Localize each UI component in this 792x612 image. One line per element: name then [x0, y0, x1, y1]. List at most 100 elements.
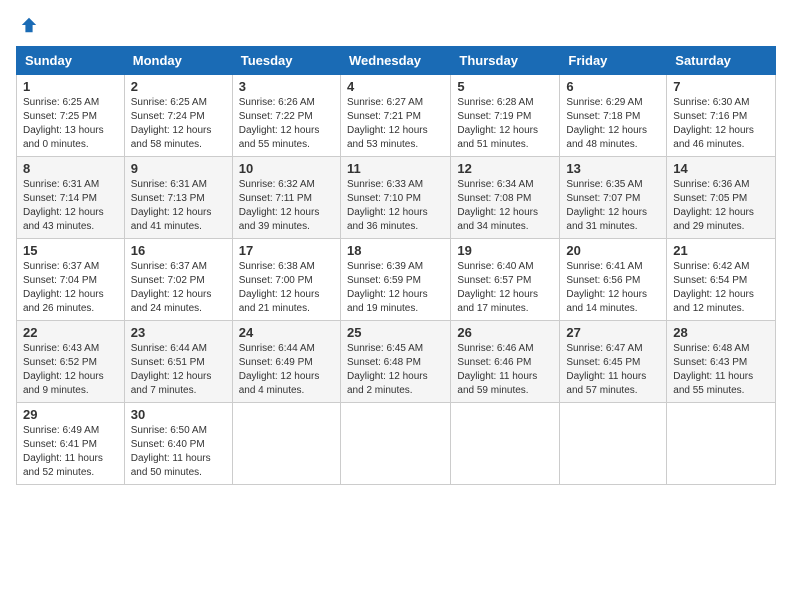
- daylight: Daylight: 12 hours and 36 minutes.: [347, 206, 444, 234]
- sunset: Sunset: 7:21 PM: [347, 110, 444, 124]
- sunset: Sunset: 6:40 PM: [131, 438, 226, 452]
- sunset: Sunset: 7:18 PM: [566, 110, 660, 124]
- day-info: Sunrise: 6:49 AM Sunset: 6:41 PM Dayligh…: [23, 424, 118, 480]
- sunset: Sunset: 7:07 PM: [566, 192, 660, 206]
- sunset: Sunset: 7:25 PM: [23, 110, 118, 124]
- daylight: Daylight: 12 hours and 39 minutes.: [239, 206, 334, 234]
- day-number: 8: [23, 161, 118, 176]
- calendar-cell: 20 Sunrise: 6:41 AM Sunset: 6:56 PM Dayl…: [560, 239, 667, 321]
- daylight: Daylight: 12 hours and 19 minutes.: [347, 288, 444, 316]
- day-number: 10: [239, 161, 334, 176]
- calendar-header-friday: Friday: [560, 47, 667, 75]
- calendar-cell: 16 Sunrise: 6:37 AM Sunset: 7:02 PM Dayl…: [124, 239, 232, 321]
- daylight: Daylight: 12 hours and 48 minutes.: [566, 124, 660, 152]
- daylight: Daylight: 11 hours and 59 minutes.: [457, 370, 553, 398]
- day-number: 23: [131, 325, 226, 340]
- calendar-cell: 28 Sunrise: 6:48 AM Sunset: 6:43 PM Dayl…: [667, 321, 776, 403]
- day-number: 24: [239, 325, 334, 340]
- calendar-cell: 17 Sunrise: 6:38 AM Sunset: 7:00 PM Dayl…: [232, 239, 340, 321]
- calendar-week-2: 8 Sunrise: 6:31 AM Sunset: 7:14 PM Dayli…: [17, 157, 776, 239]
- day-number: 17: [239, 243, 334, 258]
- calendar-cell: 9 Sunrise: 6:31 AM Sunset: 7:13 PM Dayli…: [124, 157, 232, 239]
- sunset: Sunset: 6:52 PM: [23, 356, 118, 370]
- sunset: Sunset: 6:56 PM: [566, 274, 660, 288]
- sunrise: Sunrise: 6:42 AM: [673, 260, 769, 274]
- day-number: 29: [23, 407, 118, 422]
- calendar-cell: 10 Sunrise: 6:32 AM Sunset: 7:11 PM Dayl…: [232, 157, 340, 239]
- day-number: 25: [347, 325, 444, 340]
- day-info: Sunrise: 6:37 AM Sunset: 7:02 PM Dayligh…: [131, 260, 226, 316]
- calendar-week-4: 22 Sunrise: 6:43 AM Sunset: 6:52 PM Dayl…: [17, 321, 776, 403]
- sunset: Sunset: 7:05 PM: [673, 192, 769, 206]
- daylight: Daylight: 12 hours and 34 minutes.: [457, 206, 553, 234]
- sunset: Sunset: 7:16 PM: [673, 110, 769, 124]
- daylight: Daylight: 12 hours and 14 minutes.: [566, 288, 660, 316]
- day-info: Sunrise: 6:47 AM Sunset: 6:45 PM Dayligh…: [566, 342, 660, 398]
- day-number: 12: [457, 161, 553, 176]
- day-info: Sunrise: 6:48 AM Sunset: 6:43 PM Dayligh…: [673, 342, 769, 398]
- daylight: Daylight: 12 hours and 55 minutes.: [239, 124, 334, 152]
- sunrise: Sunrise: 6:27 AM: [347, 96, 444, 110]
- sunrise: Sunrise: 6:35 AM: [566, 178, 660, 192]
- day-info: Sunrise: 6:44 AM Sunset: 6:49 PM Dayligh…: [239, 342, 334, 398]
- day-number: 11: [347, 161, 444, 176]
- sunrise: Sunrise: 6:34 AM: [457, 178, 553, 192]
- day-info: Sunrise: 6:25 AM Sunset: 7:24 PM Dayligh…: [131, 96, 226, 152]
- day-number: 18: [347, 243, 444, 258]
- day-number: 27: [566, 325, 660, 340]
- day-number: 20: [566, 243, 660, 258]
- daylight: Daylight: 12 hours and 43 minutes.: [23, 206, 118, 234]
- daylight: Daylight: 12 hours and 24 minutes.: [131, 288, 226, 316]
- calendar-cell: 6 Sunrise: 6:29 AM Sunset: 7:18 PM Dayli…: [560, 75, 667, 157]
- sunset: Sunset: 6:57 PM: [457, 274, 553, 288]
- sunset: Sunset: 7:04 PM: [23, 274, 118, 288]
- sunset: Sunset: 6:43 PM: [673, 356, 769, 370]
- day-info: Sunrise: 6:31 AM Sunset: 7:14 PM Dayligh…: [23, 178, 118, 234]
- calendar-header-saturday: Saturday: [667, 47, 776, 75]
- daylight: Daylight: 12 hours and 51 minutes.: [457, 124, 553, 152]
- sunrise: Sunrise: 6:36 AM: [673, 178, 769, 192]
- daylight: Daylight: 11 hours and 52 minutes.: [23, 452, 118, 480]
- sunrise: Sunrise: 6:32 AM: [239, 178, 334, 192]
- daylight: Daylight: 12 hours and 9 minutes.: [23, 370, 118, 398]
- daylight: Daylight: 12 hours and 21 minutes.: [239, 288, 334, 316]
- sunset: Sunset: 6:46 PM: [457, 356, 553, 370]
- sunrise: Sunrise: 6:45 AM: [347, 342, 444, 356]
- daylight: Daylight: 11 hours and 50 minutes.: [131, 452, 226, 480]
- sunset: Sunset: 7:24 PM: [131, 110, 226, 124]
- sunset: Sunset: 6:49 PM: [239, 356, 334, 370]
- day-info: Sunrise: 6:31 AM Sunset: 7:13 PM Dayligh…: [131, 178, 226, 234]
- calendar-cell: 23 Sunrise: 6:44 AM Sunset: 6:51 PM Dayl…: [124, 321, 232, 403]
- calendar-cell: 19 Sunrise: 6:40 AM Sunset: 6:57 PM Dayl…: [451, 239, 560, 321]
- calendar-table: SundayMondayTuesdayWednesdayThursdayFrid…: [16, 46, 776, 485]
- sunrise: Sunrise: 6:44 AM: [131, 342, 226, 356]
- day-number: 30: [131, 407, 226, 422]
- daylight: Daylight: 12 hours and 26 minutes.: [23, 288, 118, 316]
- calendar-cell: [340, 403, 450, 485]
- sunset: Sunset: 6:59 PM: [347, 274, 444, 288]
- day-number: 26: [457, 325, 553, 340]
- sunrise: Sunrise: 6:46 AM: [457, 342, 553, 356]
- calendar-header-tuesday: Tuesday: [232, 47, 340, 75]
- day-number: 14: [673, 161, 769, 176]
- daylight: Daylight: 12 hours and 4 minutes.: [239, 370, 334, 398]
- calendar-header-sunday: Sunday: [17, 47, 125, 75]
- sunrise: Sunrise: 6:39 AM: [347, 260, 444, 274]
- calendar-cell: 13 Sunrise: 6:35 AM Sunset: 7:07 PM Dayl…: [560, 157, 667, 239]
- daylight: Daylight: 12 hours and 58 minutes.: [131, 124, 226, 152]
- day-number: 7: [673, 79, 769, 94]
- calendar-header-wednesday: Wednesday: [340, 47, 450, 75]
- calendar-cell: 4 Sunrise: 6:27 AM Sunset: 7:21 PM Dayli…: [340, 75, 450, 157]
- calendar-cell: [232, 403, 340, 485]
- day-number: 4: [347, 79, 444, 94]
- day-info: Sunrise: 6:43 AM Sunset: 6:52 PM Dayligh…: [23, 342, 118, 398]
- day-number: 19: [457, 243, 553, 258]
- calendar-cell: 25 Sunrise: 6:45 AM Sunset: 6:48 PM Dayl…: [340, 321, 450, 403]
- daylight: Daylight: 12 hours and 29 minutes.: [673, 206, 769, 234]
- calendar-header-monday: Monday: [124, 47, 232, 75]
- daylight: Daylight: 12 hours and 41 minutes.: [131, 206, 226, 234]
- calendar-cell: 5 Sunrise: 6:28 AM Sunset: 7:19 PM Dayli…: [451, 75, 560, 157]
- sunrise: Sunrise: 6:29 AM: [566, 96, 660, 110]
- day-info: Sunrise: 6:40 AM Sunset: 6:57 PM Dayligh…: [457, 260, 553, 316]
- day-number: 1: [23, 79, 118, 94]
